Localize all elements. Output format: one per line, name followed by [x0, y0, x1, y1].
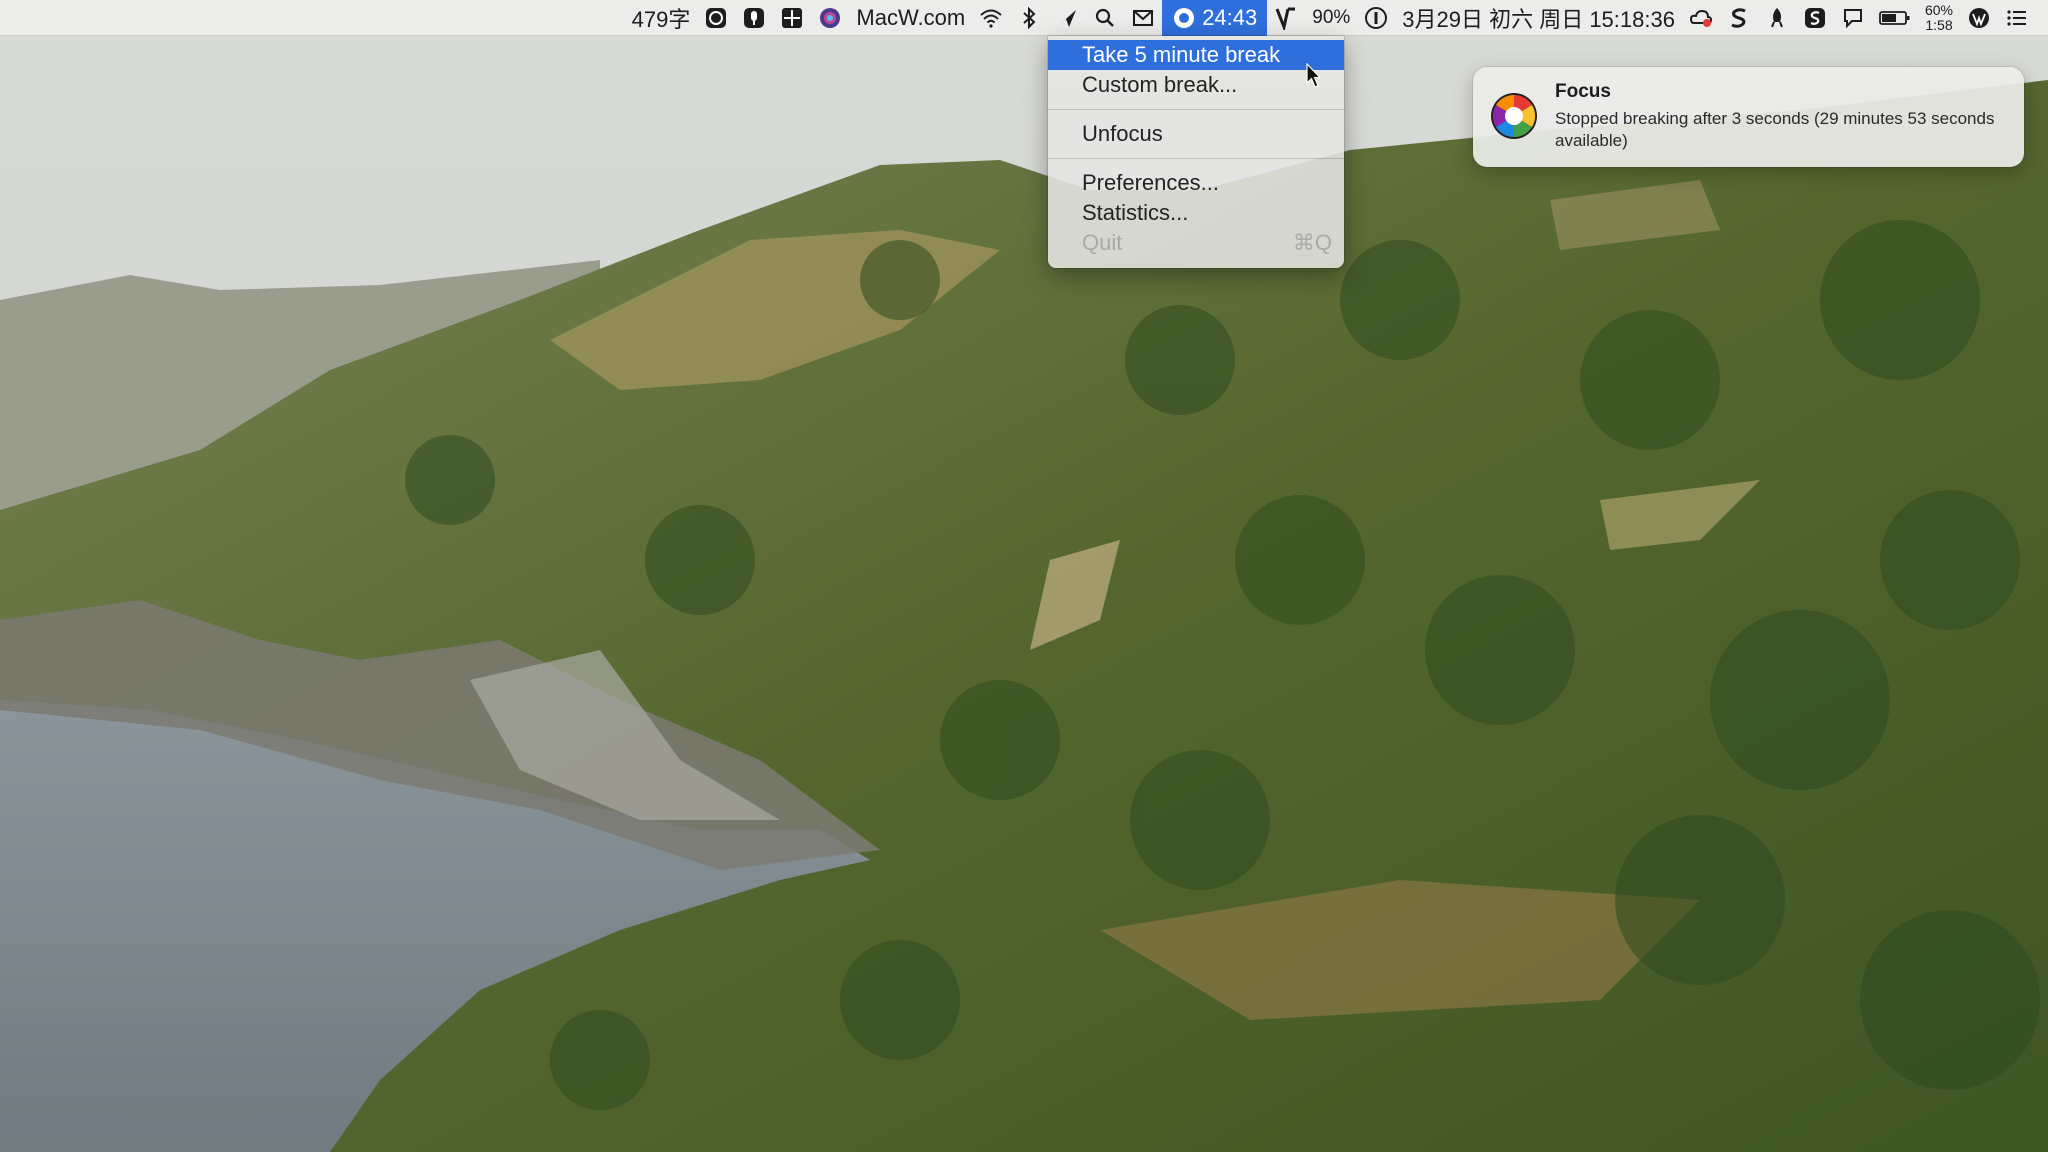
- battery-icon[interactable]: [1872, 0, 1918, 36]
- menu-item-take-5-minute-break[interactable]: Take 5 minute break: [1048, 40, 1344, 70]
- smiley-icon[interactable]: [697, 0, 735, 36]
- datetime[interactable]: 3月29日 初六 周日 15:18:36: [1395, 0, 1682, 36]
- chat-icon[interactable]: [1834, 0, 1872, 36]
- mouse-cursor-icon: [1306, 62, 1322, 89]
- menu-item-statistics[interactable]: Statistics...: [1048, 198, 1344, 228]
- notification-title: Focus: [1555, 81, 1611, 102]
- vpn-percent[interactable]: 90%: [1305, 0, 1357, 36]
- menu-separator: [1048, 158, 1344, 159]
- menu-bar: 479字 MacW.com 24:43 90% 3月29日 初六 周日 15:1…: [0, 0, 2048, 36]
- focus-icon: [1172, 6, 1196, 30]
- menu-item-unfocus[interactable]: Unfocus: [1048, 119, 1344, 149]
- rocket-icon[interactable]: [1758, 0, 1796, 36]
- word-count-item[interactable]: 479字: [625, 0, 698, 36]
- menu-item-custom-break[interactable]: Custom break...: [1048, 70, 1344, 100]
- focus-menu-button[interactable]: 24:43: [1162, 0, 1268, 36]
- grid-icon[interactable]: [773, 0, 811, 36]
- quit-shortcut: ⌘Q: [1292, 230, 1332, 255]
- microphone-icon[interactable]: [735, 0, 773, 36]
- focus-dropdown-menu: Take 5 minute break Custom break... Unfo…: [1048, 36, 1344, 268]
- mail-icon[interactable]: [1124, 0, 1162, 36]
- s-icon[interactable]: [1720, 0, 1758, 36]
- menu-item-quit: Quit ⌘Q: [1048, 228, 1344, 258]
- s-square-icon[interactable]: [1796, 0, 1834, 36]
- desktop-wallpaper: [0, 0, 2048, 1152]
- wordpress-icon[interactable]: [1960, 0, 1998, 36]
- battery-readout[interactable]: 60% 1:58: [1918, 0, 1960, 36]
- weather-icon[interactable]: [1682, 0, 1720, 36]
- onepassword-icon[interactable]: [1357, 0, 1395, 36]
- notification-banner[interactable]: Focus Stopped breaking after 3 seconds (…: [1473, 67, 2024, 167]
- focus-app-icon: [1489, 91, 1539, 141]
- list-icon[interactable]: [1998, 0, 2036, 36]
- airplane-icon[interactable]: [1048, 0, 1086, 36]
- battery-percent: 60%: [1924, 1, 1953, 18]
- site-label[interactable]: MacW.com: [849, 0, 972, 36]
- siri-icon[interactable]: [811, 0, 849, 36]
- search-icon[interactable]: [1086, 0, 1124, 36]
- wifi-icon[interactable]: [972, 0, 1010, 36]
- notification-message: Stopped breaking after 3 seconds (29 min…: [1555, 109, 1995, 150]
- menu-item-preferences[interactable]: Preferences...: [1048, 168, 1344, 198]
- battery-time: 1:58: [1925, 16, 1953, 33]
- focus-timer: 24:43: [1202, 4, 1258, 30]
- menu-separator: [1048, 109, 1344, 110]
- bluetooth-icon[interactable]: [1010, 0, 1048, 36]
- vpn-icon[interactable]: [1267, 0, 1305, 36]
